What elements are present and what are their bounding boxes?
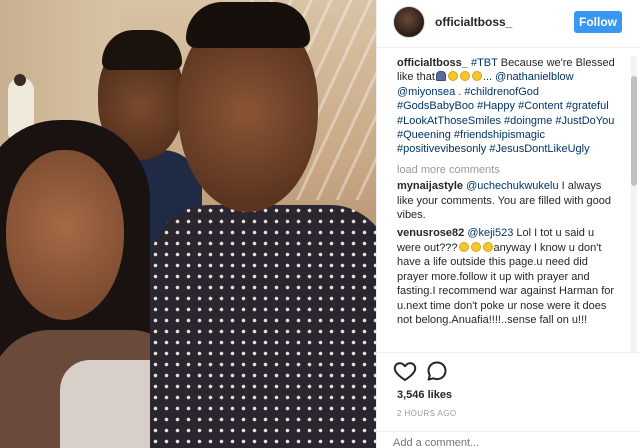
mention-link[interactable]: @miyonsea: [397, 86, 455, 98]
photo-person-left-face: [6, 150, 124, 320]
caption-text: #TBT Because we're Blessed like that... …: [397, 57, 615, 155]
emoji-smile-icon: [447, 71, 458, 82]
hashtag-link[interactable]: #TBT: [471, 57, 498, 69]
hashtag-link[interactable]: #JustDoYou: [555, 115, 614, 127]
post-photo[interactable]: [0, 0, 376, 448]
post-side-panel: officialtboss_ Follow officialtboss_ #TB…: [376, 0, 640, 448]
hashtag-link[interactable]: #grateful: [566, 100, 609, 112]
comment-username[interactable]: venusrose82: [397, 227, 464, 239]
hashtag-link[interactable]: #LookAtThoseSmiles: [397, 115, 501, 127]
text-fragment: ...: [482, 71, 496, 84]
emoji-smile-icon: [458, 241, 469, 252]
hashtag-link[interactable]: #Queening: [397, 129, 451, 141]
heart-icon: [393, 362, 417, 381]
post-actions: 3,546 likes 2 HOURS AGO: [377, 352, 640, 448]
post-timestamp: 2 HOURS AGO: [397, 409, 457, 418]
emoji-smile-icon: [482, 241, 493, 252]
hashtag-link[interactable]: #positivevibesonly: [397, 143, 486, 155]
mention-link[interactable]: @keji523: [467, 227, 513, 239]
photo-person-front-hair: [186, 2, 310, 48]
hashtag-link[interactable]: #GodsBabyBoo: [397, 100, 474, 112]
mention-link[interactable]: @uchechukwukelu: [466, 180, 559, 192]
scrollbar-thumb[interactable]: [631, 76, 637, 186]
emoji-smile-icon: [459, 71, 470, 82]
hashtag-link[interactable]: #Content: [518, 100, 563, 112]
add-comment-bar: [377, 431, 640, 448]
hashtag-link[interactable]: #childrenofGod: [464, 86, 539, 98]
hashtag-link[interactable]: #doingme: [504, 115, 552, 127]
hashtag-link[interactable]: #JesusDontLikeUgly: [489, 143, 589, 155]
comment-item: mynaijastyle @uchechukwukelu I always li…: [397, 179, 615, 222]
emoji-smile-icon: [470, 241, 481, 252]
emoji-person-icon: [435, 71, 446, 82]
likes-count[interactable]: 3,546 likes: [397, 389, 452, 401]
comment-button[interactable]: [425, 359, 449, 383]
follow-button[interactable]: Follow: [574, 11, 622, 33]
comments-section[interactable]: officialtboss_ #TBT Because we're Blesse…: [377, 56, 631, 352]
comment-icon: [427, 361, 447, 381]
post-caption: officialtboss_ #TBT Because we're Blesse…: [397, 56, 615, 157]
mention-link[interactable]: @nathanielblow: [495, 71, 573, 83]
photo-bystander-head: [14, 74, 26, 86]
comment-item: venusrose82 @keji523 Lol I tot u said u …: [397, 226, 615, 327]
avatar[interactable]: [393, 6, 425, 38]
comment-list: mynaijastyle @uchechukwukelu I always li…: [397, 179, 615, 327]
load-more-comments-link[interactable]: load more comments: [397, 163, 615, 177]
add-comment-input[interactable]: [393, 436, 623, 448]
hashtag-link[interactable]: #friendshipismagic: [454, 129, 545, 141]
text-fragment: anyway I know u don't have a life outsid…: [397, 241, 615, 326]
post-username[interactable]: officialtboss_: [435, 15, 512, 29]
hashtag-link[interactable]: #Happy: [477, 100, 515, 112]
post-header: officialtboss_ Follow: [377, 0, 640, 48]
caption-username[interactable]: officialtboss_: [397, 57, 468, 69]
photo-person-back-hair: [102, 30, 182, 70]
emoji-smile-icon: [471, 71, 482, 82]
photo-person-front-shirt: [150, 205, 376, 448]
comment-username[interactable]: mynaijastyle: [397, 180, 463, 192]
like-button[interactable]: [393, 359, 417, 383]
comments-scrollbar[interactable]: [631, 56, 637, 352]
